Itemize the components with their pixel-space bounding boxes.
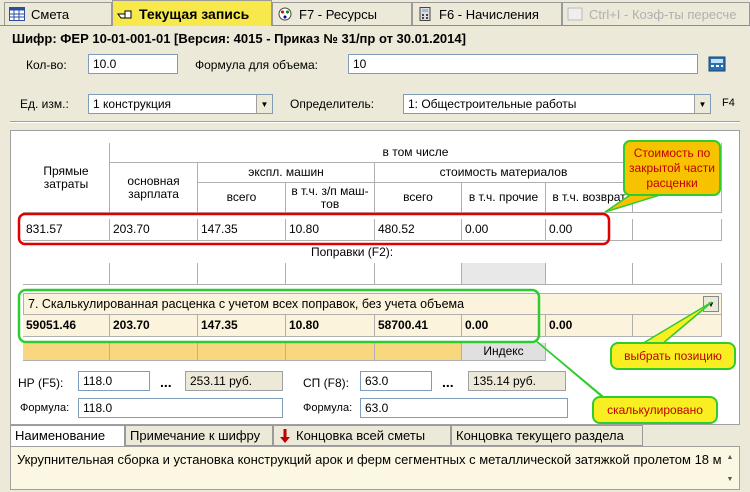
callout-choose: выбрать позицию bbox=[610, 342, 736, 370]
arrow-down-icon bbox=[279, 429, 291, 446]
callout-calculated: скалькулировано bbox=[592, 396, 718, 424]
tab-name[interactable]: Наименование bbox=[10, 425, 125, 446]
tab-estimate-ending[interactable]: Концовка всей сметы bbox=[273, 425, 451, 446]
tab-code-note[interactable]: Примечание к шифру bbox=[125, 425, 273, 446]
tab-section-ending[interactable]: Концовка текущего раздела bbox=[451, 425, 643, 446]
description-text: Укрупнительная сборка и установка констр… bbox=[17, 452, 722, 467]
tab-label: Концовка всей сметы bbox=[296, 428, 426, 443]
chevron-down-icon[interactable]: ▼ bbox=[727, 471, 734, 489]
scrollbar[interactable]: ▲ ▼ bbox=[723, 449, 737, 489]
callout-cost: Стоимость по закрытой части расценки bbox=[623, 140, 721, 196]
chevron-up-icon[interactable]: ▲ bbox=[727, 449, 734, 467]
bottom-tab-bar: Наименование Примечание к шифру Концовка… bbox=[10, 425, 740, 446]
description-box[interactable]: Укрупнительная сборка и установка констр… bbox=[10, 446, 740, 490]
